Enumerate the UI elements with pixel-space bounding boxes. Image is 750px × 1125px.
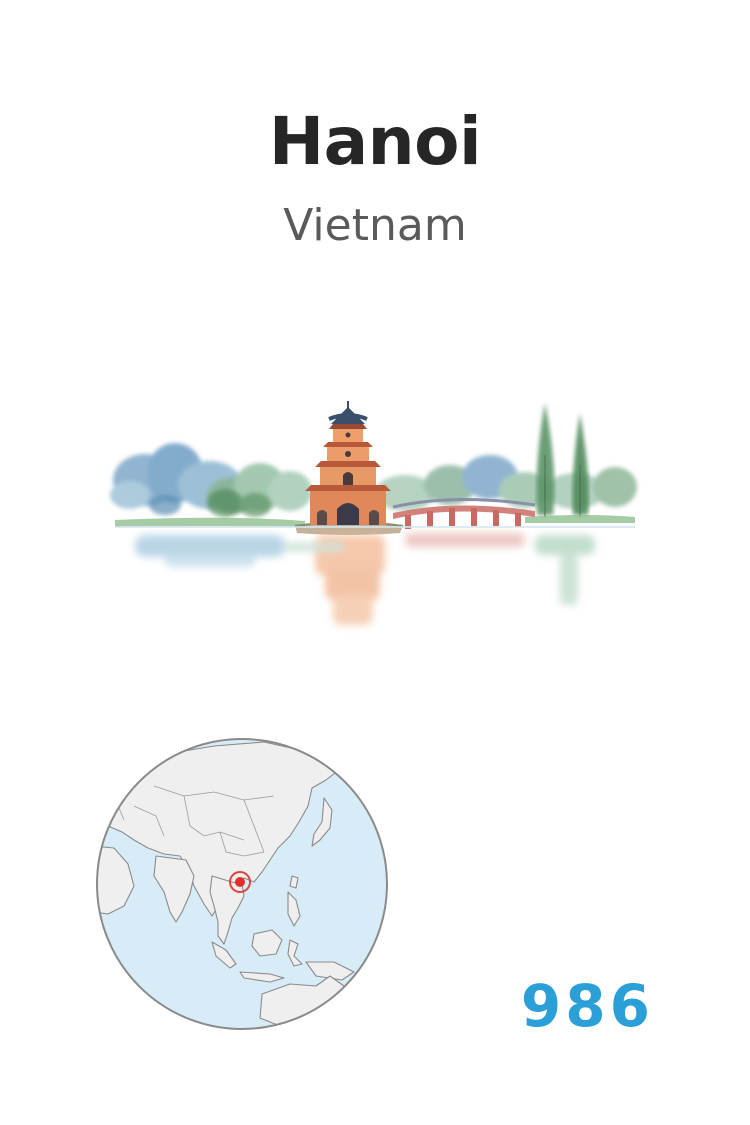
country-subtitle: Vietnam — [283, 200, 467, 251]
turtle-tower — [305, 401, 391, 525]
globe-map-icon — [96, 738, 388, 1030]
water-reflections — [135, 533, 595, 625]
card-number: 986 — [520, 972, 654, 1040]
landmark-illustration — [110, 401, 637, 625]
city-title: Hanoi — [268, 103, 482, 180]
land-taiwan — [289, 875, 299, 889]
